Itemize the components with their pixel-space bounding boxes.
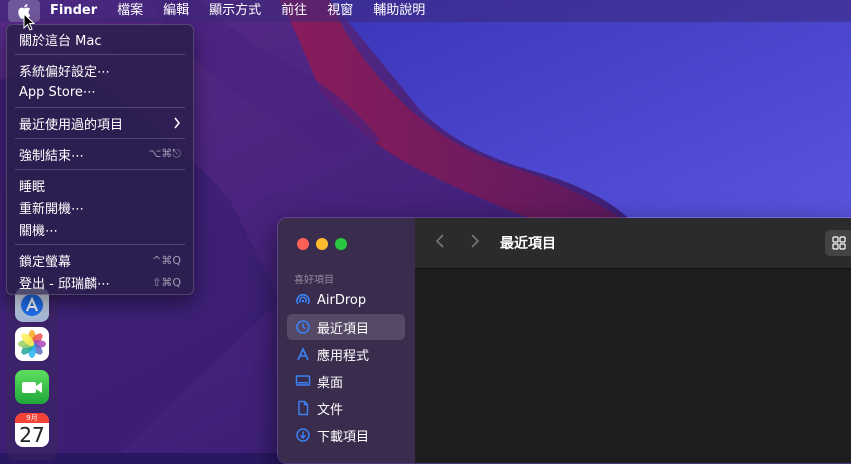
menu-window[interactable]: 視窗 (317, 0, 363, 22)
sidebar-item-airdrop[interactable]: AirDrop (287, 287, 405, 313)
menu-item-restart[interactable]: 重新開機⋯ (7, 196, 193, 218)
video-camera-icon (22, 382, 42, 393)
window-title: 最近項目 (500, 236, 556, 252)
sidebar-item-label: 文件 (317, 402, 344, 418)
mouse-cursor-icon (23, 13, 35, 31)
sidebar-item-desktop[interactable]: 桌面 (287, 368, 405, 394)
shortcut-label: ⌥⌘⎋ (148, 147, 181, 160)
menu-item-label: 關機⋯ (19, 223, 59, 239)
applications-icon (295, 346, 311, 362)
sidebar-item-recents[interactable]: 最近項目 (287, 314, 405, 340)
sidebar-item-label: 下載項目 (317, 429, 370, 445)
menu-go[interactable]: 前往 (271, 0, 317, 22)
menu-item-label: App Store⋯ (19, 84, 96, 100)
chevron-left-icon (435, 234, 444, 248)
menu-separator (15, 169, 185, 170)
photos-flower-icon (18, 330, 46, 358)
desktop-icon (295, 373, 311, 389)
menu-separator (15, 54, 185, 55)
sidebar-item-label: 最近項目 (317, 321, 370, 337)
dock-facetime-icon[interactable] (15, 370, 49, 404)
menu-item-recent-items[interactable]: 最近使用過的項目 (7, 112, 193, 134)
dock: 9月 27 (6, 280, 58, 460)
menu-help[interactable]: 輔助說明 (363, 0, 435, 22)
finder-window: 喜好項目 AirDrop 最近項目 應用程式 桌面 文件 下載項目 最近項目 (277, 217, 851, 464)
menu-item-label: 系統偏好設定⋯ (19, 64, 111, 80)
airdrop-icon (295, 292, 311, 308)
menu-view[interactable]: 顯示方式 (199, 0, 271, 22)
sidebar-heading-favorites: 喜好項目 (294, 275, 334, 286)
menu-item-label: 重新開機⋯ (19, 201, 85, 217)
dock-calendar-icon[interactable]: 9月 27 (15, 413, 49, 447)
clock-icon (295, 319, 311, 335)
sidebar-item-label: 應用程式 (317, 348, 370, 364)
menu-item-lock-screen[interactable]: 鎖定螢幕 ^⌘Q (7, 249, 193, 271)
finder-sidebar: 喜好項目 AirDrop 最近項目 應用程式 桌面 文件 下載項目 (278, 218, 415, 463)
back-button[interactable] (435, 233, 445, 254)
grid-view-button[interactable] (825, 230, 851, 256)
chevron-right-icon (471, 234, 480, 248)
sidebar-item-documents[interactable]: 文件 (287, 395, 405, 421)
menu-item-shutdown[interactable]: 關機⋯ (7, 218, 193, 240)
shortcut-label: ⇧⌘Q (152, 275, 181, 289)
menu-item-label: 登出 - 邱瑞麟⋯ (19, 276, 110, 292)
apple-dropdown-menu: 關於這台 Mac 系統偏好設定⋯ App Store⋯ 最近使用過的項目 強制結… (6, 24, 194, 295)
menu-item-sleep[interactable]: 睡眠 (7, 174, 193, 196)
minimize-button[interactable] (316, 238, 328, 250)
menu-separator (15, 244, 185, 245)
menu-item-label: 鎖定螢幕 (19, 254, 72, 270)
menu-item-system-preferences[interactable]: 系統偏好設定⋯ (7, 59, 193, 81)
menu-edit[interactable]: 編輯 (153, 0, 199, 22)
menu-item-label: 強制結束⋯ (19, 148, 85, 164)
menu-separator (15, 107, 185, 108)
download-icon (295, 427, 311, 443)
chevron-right-icon (174, 117, 180, 129)
calendar-month: 9月 (15, 413, 49, 423)
menu-file[interactable]: 檔案 (107, 0, 153, 22)
close-button[interactable] (297, 238, 309, 250)
menu-item-label: 睡眠 (19, 179, 46, 195)
menu-item-about-mac[interactable]: 關於這台 Mac (7, 28, 193, 50)
menu-bar: Finder 檔案 編輯 顯示方式 前往 視窗 輔助說明 (0, 0, 851, 22)
calendar-day: 27 (19, 423, 45, 447)
menu-item-logout[interactable]: 登出 - 邱瑞麟⋯ ⇧⌘Q (7, 271, 193, 293)
finder-toolbar: 最近項目 (415, 218, 851, 269)
grid-icon (832, 236, 846, 250)
zoom-button[interactable] (335, 238, 347, 250)
document-icon (295, 400, 311, 416)
menu-separator (15, 138, 185, 139)
dock-photos-icon[interactable] (15, 327, 49, 361)
menu-item-label: 最近使用過的項目 (19, 117, 124, 133)
forward-button[interactable] (470, 233, 480, 254)
sidebar-item-label: AirDrop (317, 292, 367, 308)
menu-finder[interactable]: Finder (40, 0, 107, 22)
sidebar-item-applications[interactable]: 應用程式 (287, 341, 405, 367)
sidebar-item-downloads[interactable]: 下載項目 (287, 422, 405, 448)
sidebar-item-label: 桌面 (317, 375, 344, 391)
finder-main-area: 最近項目 (415, 218, 851, 463)
menu-item-label: 關於這台 Mac (19, 33, 102, 49)
shortcut-label: ^⌘Q (152, 253, 181, 267)
menu-item-app-store[interactable]: App Store⋯ (7, 81, 193, 103)
menu-item-force-quit[interactable]: 強制結束⋯ ⌥⌘⎋ (7, 143, 193, 165)
